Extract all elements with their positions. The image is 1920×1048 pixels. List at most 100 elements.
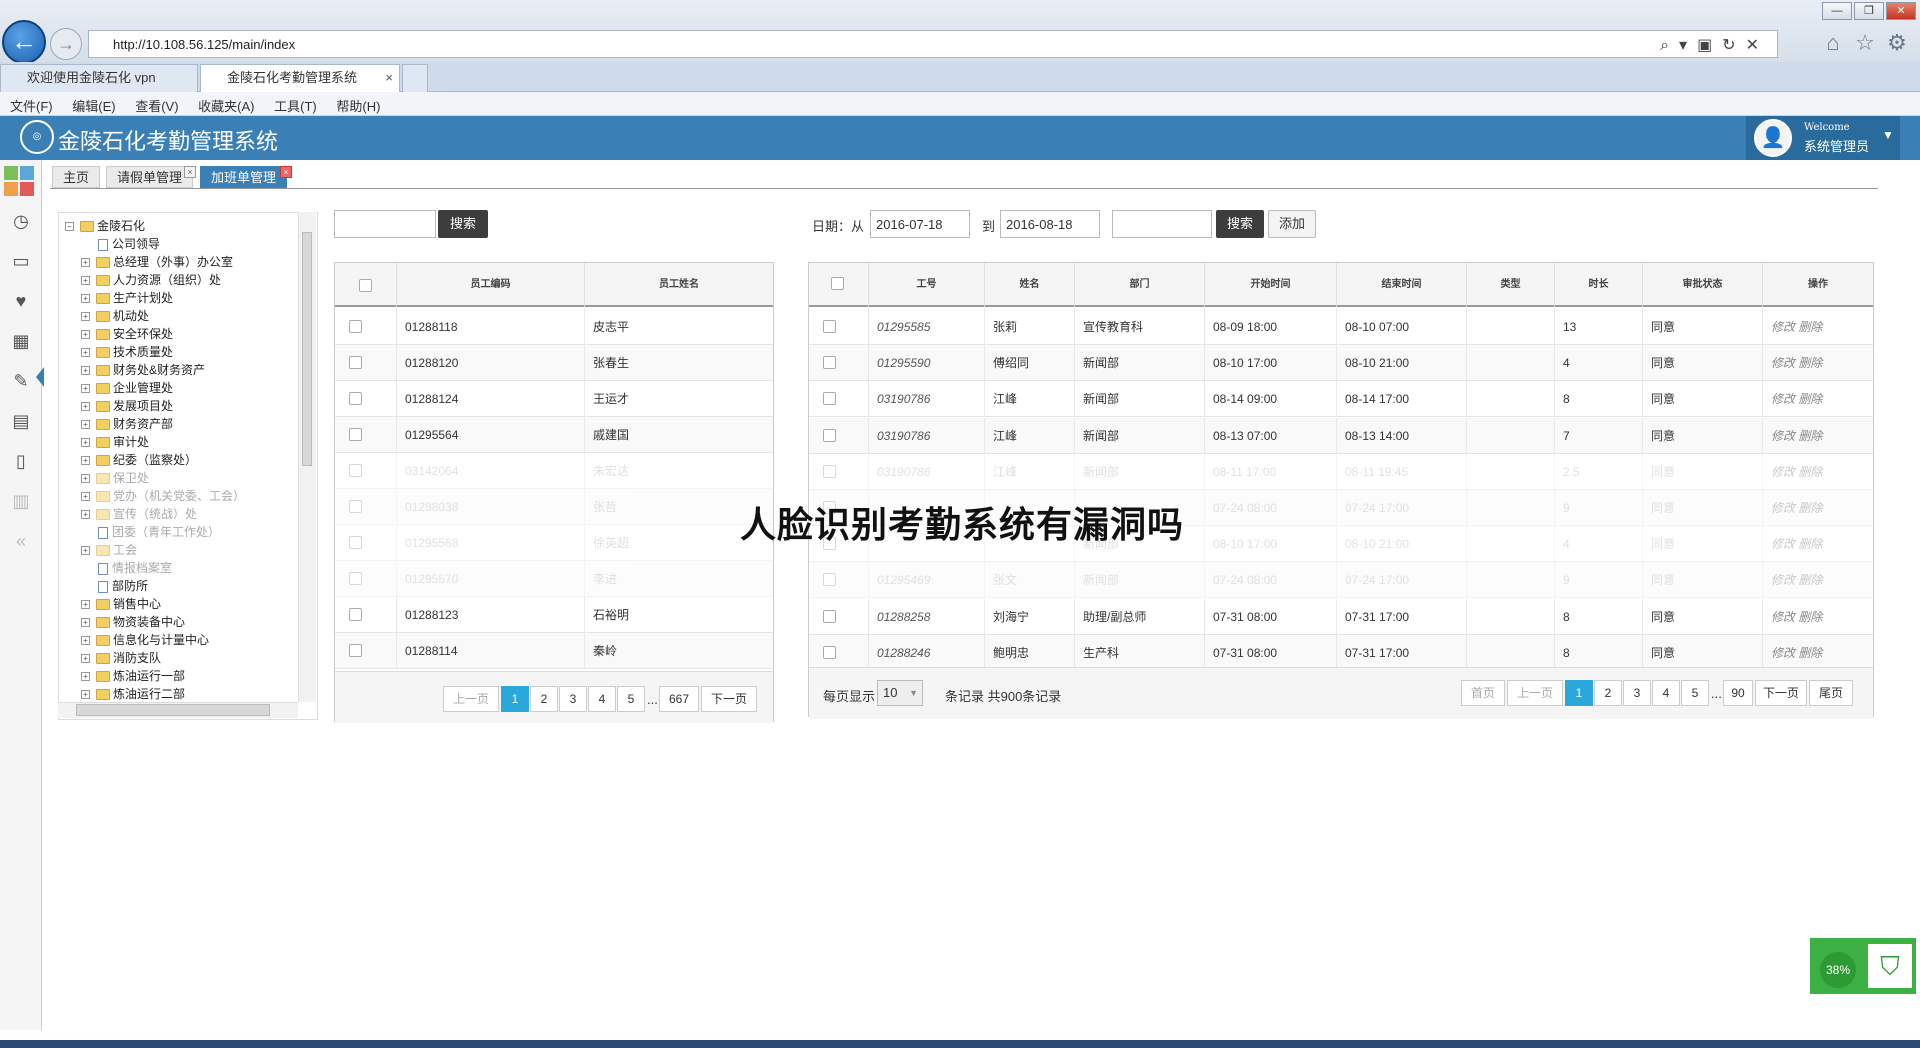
tree-item[interactable]: + 销售中心	[81, 595, 161, 613]
page-2-button[interactable]: 2	[530, 686, 558, 712]
expand-icon[interactable]: +	[81, 600, 90, 610]
table-row[interactable]: 01295564 戚建国	[335, 417, 773, 453]
tree-item[interactable]: + 财务资产部	[81, 415, 173, 433]
book-icon[interactable]: ▤	[8, 408, 34, 434]
expand-icon[interactable]: +	[81, 402, 90, 412]
table-row[interactable]: 01288258 刘海宁 助理/副总师 07-31 08:00 07-31 17:00 8…	[809, 598, 1873, 635]
row-checkbox[interactable]	[823, 609, 836, 623]
expand-icon[interactable]: +	[81, 366, 90, 376]
tree-item[interactable]: + 炼油运行二部	[81, 685, 185, 703]
address-bar[interactable]: http://10.108.56.125/main/index ⌕▾▣↻✕	[88, 30, 1778, 58]
edit-icon[interactable]: ✎	[8, 368, 34, 394]
expand-icon[interactable]: +	[81, 312, 90, 322]
close-window-button[interactable]: ✕	[1886, 2, 1916, 20]
expand-icon[interactable]: +	[81, 474, 90, 484]
chevron-down-icon[interactable]: ▼	[1882, 128, 1894, 142]
tree-item[interactable]: + 技术质量处	[81, 343, 173, 361]
table-row[interactable]: 01288038 张哲	[335, 489, 773, 525]
page-3-button[interactable]: 3	[1623, 680, 1651, 706]
expand-icon[interactable]: +	[81, 276, 90, 286]
menu-help[interactable]: 帮助(H)	[326, 92, 380, 115]
row-checkbox[interactable]	[349, 356, 362, 369]
last-page-button[interactable]: 尾页	[1809, 680, 1853, 706]
tab-close-icon[interactable]: ×	[184, 166, 196, 178]
heart-icon[interactable]: ♥	[8, 288, 34, 314]
expand-icon[interactable]: +	[81, 636, 90, 646]
progress-widget[interactable]: 38% ⛉	[1810, 938, 1916, 994]
tab-home[interactable]: 主页	[52, 166, 101, 188]
expand-icon[interactable]: +	[81, 510, 90, 520]
expand-icon[interactable]: +	[81, 546, 90, 556]
page-4-button[interactable]: 4	[1652, 680, 1680, 706]
expand-icon[interactable]: +	[81, 348, 90, 358]
tree-item[interactable]: 情报档案室	[81, 559, 172, 577]
date-from-input[interactable]	[870, 210, 970, 238]
menu-tools[interactable]: 工具(T)	[264, 92, 317, 115]
row-checkbox[interactable]	[823, 428, 836, 442]
tab-close-icon[interactable]: ×	[280, 166, 292, 178]
browser-tab-attendance[interactable]: 金陵石化考勤管理系统 ×	[200, 64, 400, 92]
table-row[interactable]: 01288114 秦岭	[335, 633, 773, 669]
grid-icon-tile[interactable]	[4, 166, 18, 180]
employee-search-button[interactable]: 搜索	[438, 210, 488, 238]
table-row[interactable]: 03190786 江峰 新闻部 08-11 17:00 08-11 19:45 2.5 同意…	[809, 453, 1873, 490]
expand-icon[interactable]: +	[81, 258, 90, 268]
table-row[interactable]: 01295469 张文 新闻部 07-24 08:00 07-24 17:00 9 同意 修改…	[809, 562, 1873, 599]
table-row[interactable]: 01295590 傅绍同 新闻部 08-10 17:00 08-10 21:00 4 同意修…	[809, 345, 1873, 382]
tree-item[interactable]: + 信息化与计量中心	[81, 631, 209, 649]
prev-page-button[interactable]: 上一页	[443, 686, 499, 712]
next-page-button[interactable]: 下一页	[701, 686, 757, 712]
row-checkbox[interactable]	[349, 644, 362, 657]
prev-page-button[interactable]: 上一页	[1507, 680, 1563, 706]
date-to-input[interactable]	[1000, 210, 1100, 238]
user-menu[interactable]: 👤 Welcome 系统管理员 ▼	[1746, 116, 1900, 160]
menu-edit[interactable]: 编辑(E)	[62, 92, 115, 115]
expand-icon[interactable]: +	[81, 618, 90, 628]
row-actions[interactable]: 修改 删除	[1763, 345, 1873, 381]
table-row[interactable]: 01295570 李进	[335, 561, 773, 597]
grid-icon-tile[interactable]	[20, 182, 34, 196]
tree-item[interactable]: + 生产计划处	[81, 289, 173, 307]
expand-icon[interactable]: +	[81, 420, 90, 430]
row-checkbox[interactable]	[823, 573, 836, 587]
table-row[interactable]: 01295568 徐英超	[335, 525, 773, 561]
row-actions[interactable]: 修改 删除	[1763, 309, 1873, 345]
tree-item[interactable]: + 党办（机关党委、工会）	[81, 487, 245, 505]
tree-item[interactable]: + 人力资源（组织）处	[81, 271, 221, 289]
home-icon[interactable]: ⌂	[1820, 30, 1846, 56]
tree-item[interactable]: + 炼油运行一部	[81, 667, 185, 685]
tab-close-icon[interactable]: ×	[385, 65, 393, 91]
expand-icon[interactable]: +	[81, 654, 90, 664]
tab-leave-management[interactable]: 请假单管理	[106, 166, 194, 188]
overtime-search-button[interactable]: 搜索	[1216, 210, 1264, 238]
page-5-button[interactable]: 5	[1681, 680, 1709, 706]
tree-item[interactable]: − 金陵石化	[65, 217, 145, 235]
tree-item[interactable]: + 总经理（外事）办公室	[81, 253, 233, 271]
row-actions[interactable]: 修改 删除	[1763, 381, 1873, 417]
new-tab-button[interactable]	[402, 64, 428, 92]
minimize-window-button[interactable]: —	[1822, 2, 1852, 20]
select-all-checkbox[interactable]	[359, 279, 372, 292]
expand-icon[interactable]: +	[81, 330, 90, 340]
row-checkbox[interactable]	[349, 464, 362, 477]
calendar-icon[interactable]: ▥	[8, 488, 34, 514]
first-page-button[interactable]: 首页	[1461, 680, 1505, 706]
tab-overtime-management[interactable]: 加班单管理	[200, 166, 288, 188]
address-bar-icons[interactable]: ⌕▾▣↻✕	[1660, 35, 1769, 55]
row-checkbox[interactable]	[349, 572, 362, 585]
grid-icon-tile[interactable]	[20, 166, 34, 180]
favorites-star-icon[interactable]: ☆	[1852, 30, 1878, 56]
settings-gear-icon[interactable]: ⚙	[1884, 30, 1910, 56]
expand-icon[interactable]: +	[81, 294, 90, 304]
next-page-button[interactable]: 下一页	[1755, 680, 1807, 706]
collapse-icon[interactable]: −	[65, 222, 74, 232]
page-size-select[interactable]: 10 ▼	[877, 680, 923, 706]
tree-item[interactable]: + 纪委（监察处）	[81, 451, 197, 469]
row-checkbox[interactable]	[349, 608, 362, 621]
row-checkbox[interactable]	[823, 464, 836, 478]
back-arrow-icon[interactable]: ←	[2, 20, 46, 64]
tree-item[interactable]: + 宣传（统战）处	[81, 505, 197, 523]
row-checkbox[interactable]	[823, 356, 836, 370]
employee-search-input[interactable]	[334, 210, 436, 238]
row-actions[interactable]: 修改 删除	[1763, 599, 1873, 635]
